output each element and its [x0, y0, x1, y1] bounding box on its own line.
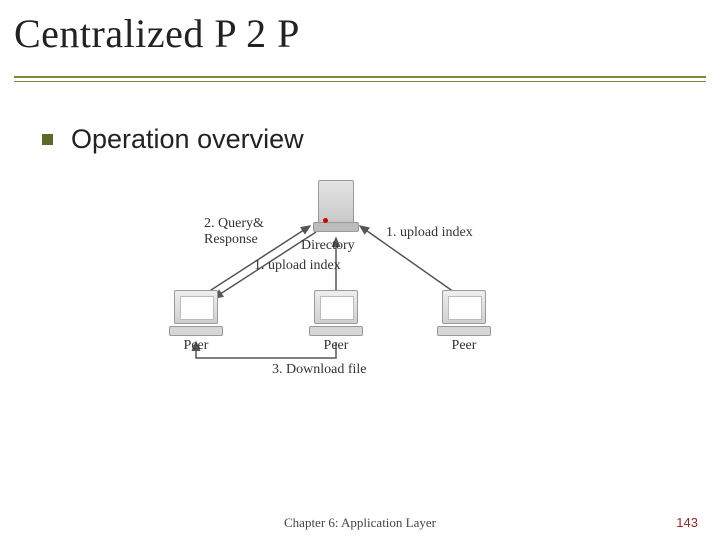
peer-label: Peer	[168, 338, 224, 354]
bullet-icon	[42, 134, 53, 145]
footer-chapter: Chapter 6: Application Layer	[0, 515, 720, 531]
slide-title: Centralized P 2 P	[14, 0, 706, 57]
label-download-file: 3. Download file	[272, 362, 366, 378]
peer-icon: Peer	[168, 290, 224, 354]
directory-label: Directory	[301, 238, 355, 254]
bullet-text: Operation overview	[71, 124, 304, 155]
peer-icon: Peer	[436, 290, 492, 354]
label-query-response: 2. Query& Response	[204, 216, 264, 248]
server-icon	[313, 180, 359, 236]
bullet-row: Operation overview	[42, 124, 304, 155]
diagram: Directory Peer Peer Peer 2. Query& Respo…	[158, 180, 518, 400]
label-upload-index: 1. upload index	[254, 258, 341, 274]
title-underline: Centralized P 2 P	[14, 0, 706, 78]
label-upload-index: 1. upload index	[386, 225, 473, 241]
peer-icon: Peer	[308, 290, 364, 354]
footer: Chapter 6: Application Layer 143	[0, 515, 720, 530]
peer-label: Peer	[308, 338, 364, 354]
slide: Centralized P 2 P Operation overview	[0, 0, 720, 540]
peer-label: Peer	[436, 338, 492, 354]
